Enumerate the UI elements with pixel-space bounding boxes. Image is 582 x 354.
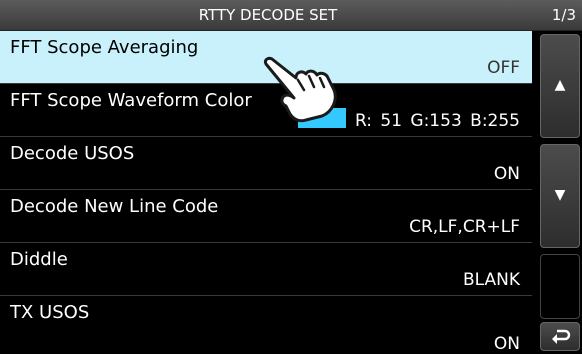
down-triangle-icon: ▼ [554,187,566,203]
menu-item-label: Decode New Line Code [10,196,219,217]
title-bar: RTTY DECODE SET 1/3 [0,0,582,31]
menu-item-decode-usos[interactable]: Decode USOS ON [0,137,532,190]
page-indicator: 1/3 [551,6,576,24]
menu-item-decode-new-line-code[interactable]: Decode New Line Code CR,LF,CR+LF [0,190,532,243]
menu-item-label: Diddle [10,249,68,270]
menu-item-label: Decode USOS [10,143,135,164]
up-triangle-icon: ▲ [554,77,566,93]
menu-item-label: FFT Scope Averaging [10,37,199,58]
menu-item-label: TX USOS [10,302,90,323]
menu-item-value: R: 51 G:153 B:255 [354,111,520,131]
menu-item-diddle[interactable]: Diddle BLANK [0,243,532,296]
scroll-up-button[interactable]: ▲ [540,34,580,138]
page-title: RTTY DECODE SET [198,6,338,24]
back-button[interactable] [540,322,580,351]
pointing-hand-icon [264,56,337,123]
menu-item-label: FFT Scope Waveform Color [10,90,252,111]
menu-item-value: ON [493,164,520,184]
return-arrow-icon [552,329,571,344]
menu-item-value: ON [493,334,520,354]
menu-item-value: CR,LF,CR+LF [409,217,520,237]
scroll-down-button[interactable]: ▼ [540,144,580,248]
menu-item-value: OFF [487,58,520,78]
menu-item-tx-usos[interactable]: TX USOS ON [0,296,532,354]
side-blank-panel [540,254,580,319]
menu-item-value: BLANK [462,270,520,290]
